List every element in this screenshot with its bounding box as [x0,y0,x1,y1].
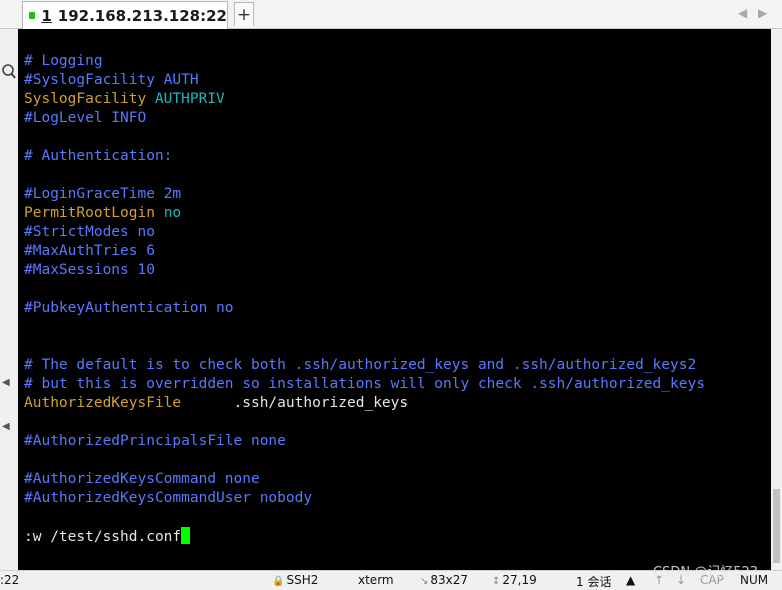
session-up-icon[interactable]: ▲ [626,573,635,587]
terminal-text: .ssh/authorized_keys [233,395,409,411]
terminal-line: #PubkeyAuthentication no [24,299,234,318]
session-tab[interactable]: 1 192.168.213.128:22 [22,1,228,29]
terminal-line: #MaxAuthTries 6 [24,242,155,261]
terminal-text: #PubkeyAuthentication no [24,300,234,316]
terminal-text: :w /test/sshd.conf [24,529,182,545]
watermark: CSDN @记忆523 [653,565,759,580]
terminal-text: #MaxAuthTries 6 [24,243,155,259]
terminal-line: AuthorizedKeysFile .ssh/authorized_keys [24,394,408,413]
status-terminal-type: xterm [358,573,394,587]
terminal-text: #MaxSessions 10 [24,262,155,278]
terminal-text: # but this is overridden so installation… [24,376,705,392]
cursor-position-icon: ↕ [492,576,501,587]
terminal-text: #StrictModes no [24,224,155,240]
terminal-line: PermitRootLogin no [24,204,181,223]
terminal-line: #AuthorizedKeysCommandUser nobody [24,489,312,508]
terminal-text: #AuthorizedKeysCommandUser nobody [24,490,313,506]
terminal-line: #SyslogFacility AUTH [24,71,199,90]
terminal-text: # Authentication: [24,148,173,164]
terminal-text: # The default is to check both .ssh/auth… [24,357,697,373]
terminal-line: #AuthorizedPrincipalsFile none [24,432,286,451]
terminal-line: # The default is to check both .ssh/auth… [24,356,696,375]
terminal-line: #StrictModes no [24,223,155,242]
terminal-text: no [163,205,182,221]
terminal-cursor [181,527,191,544]
status-left: :22 [0,573,20,587]
tab-title: 192.168.213.128:22 [57,6,227,25]
terminal-text: PermitRootLogin [24,205,164,221]
tab-scroll-right-icon[interactable]: ▶ [758,6,767,20]
expand-left-icon[interactable]: ◀ [2,421,10,432]
left-panel-strip: ◀ ◀ [0,29,18,570]
tab-number: 1 [41,6,52,25]
terminal-text: #SyslogFacility AUTH [24,72,199,88]
terminal-line: :w /test/sshd.conf [24,527,191,546]
terminal-screen[interactable]: # Logging #SyslogFacility AUTH SyslogFacil… [18,29,771,570]
terminal-text: #LoginGraceTime 2m [24,186,182,202]
tab-bar: 1 192.168.213.128:22 + ◀ ▶ [0,0,782,29]
connected-status-icon [29,12,36,19]
new-tab-button[interactable]: + [234,2,254,26]
collapse-left-icon[interactable]: ◀ [2,377,10,388]
terminal-text: #LogLevel INFO [24,110,147,126]
resize-icon: ↘ [420,576,429,587]
search-icon[interactable] [0,63,16,81]
terminal-text: AuthorizedKeysFile [24,395,234,411]
plus-icon: + [236,4,252,25]
tab-scroll-left-icon[interactable]: ◀ [738,6,747,20]
status-protocol: 🔒 SSH2 [272,573,319,587]
terminal-line: SyslogFacility AUTHPRIV [24,90,225,109]
status-sessions: 1 会话 [576,575,612,589]
terminal-text: #AuthorizedKeysCommand none [24,471,260,487]
terminal-line: #LogLevel INFO [24,109,146,128]
terminal-text: #AuthorizedPrincipalsFile none [24,433,286,449]
terminal-line: # Authentication: [24,147,172,166]
terminal-line: #AuthorizedKeysCommand none [24,470,260,489]
status-size: ↘ 83x27 [420,573,469,587]
terminal-line: #LoginGraceTime 2m [24,185,181,204]
terminal-text: SyslogFacility [24,91,155,107]
terminal-text: AUTHPRIV [154,91,225,107]
terminal-text: # Logging [24,53,103,69]
terminal-line: # but this is overridden so installation… [24,375,705,394]
terminal-line: # Logging [24,52,103,71]
terminal-line: #MaxSessions 10 [24,261,155,280]
terminal-scrollbar[interactable] [771,29,782,570]
status-cursor-position: ↕ 27,19 [492,573,537,587]
lock-icon: 🔒 [272,576,285,587]
scrollbar-thumb[interactable] [773,489,780,563]
